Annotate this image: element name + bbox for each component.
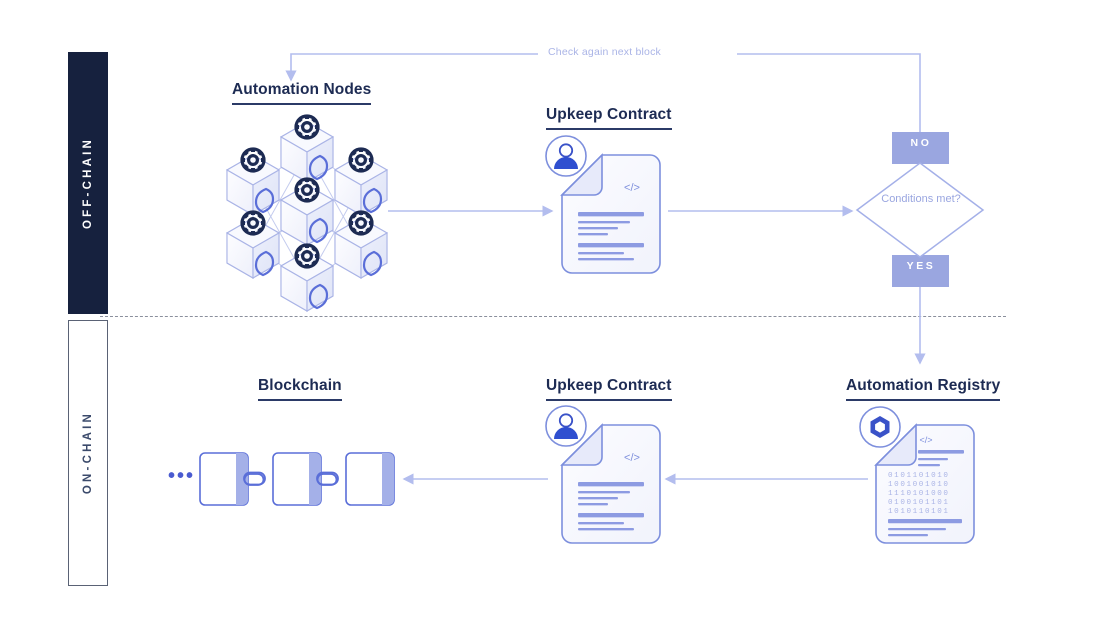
code-glyph-on: </> [624,452,640,464]
binary-row: 0100101101 [888,499,950,507]
lane-on-chain: ON-CHAIN [68,320,108,586]
binary-row: 1001001010 [888,481,950,489]
diagram-canvas: OFF-CHAIN ON-CHAIN Automation Nodes Upke… [0,0,1116,642]
flow-label-check-again: Check again next block [548,46,661,58]
contract-document-icon-off-chain: </> [545,135,661,274]
lane-off-chain: OFF-CHAIN [68,52,108,314]
binary-row: 0101101010 [888,472,950,480]
decision-question: Conditions met? [881,193,961,205]
hex-node-network-icon [225,114,389,312]
lane-label-off-chain: OFF-CHAIN [82,136,94,230]
code-glyph-off: </> [624,182,640,194]
decision-no-label: NO [910,137,932,149]
registry-document-icon: </> 0101101010 1001001010 1110101000 010… [859,406,975,544]
block-chain-icon [199,452,395,506]
label-upkeep-contract-off: Upkeep Contract [546,106,672,130]
label-upkeep-contract-on: Upkeep Contract [546,377,672,401]
decision-yes-label: YES [906,260,936,272]
label-blockchain: Blockchain [258,377,342,401]
connector-layer [285,53,926,485]
binary-row: 1010110101 [888,508,950,516]
label-automation-nodes: Automation Nodes [232,81,372,105]
decision-conditions-met [855,132,985,287]
blockchain-ellipsis: ••• [168,465,196,487]
lane-label-on-chain: ON-CHAIN [82,411,94,495]
label-automation-registry: Automation Registry [846,377,1001,401]
binary-row: 1110101000 [888,490,950,498]
code-glyph-registry: </> [919,435,932,445]
lane-divider [100,316,1006,317]
contract-document-icon-on-chain: </> [545,405,661,544]
